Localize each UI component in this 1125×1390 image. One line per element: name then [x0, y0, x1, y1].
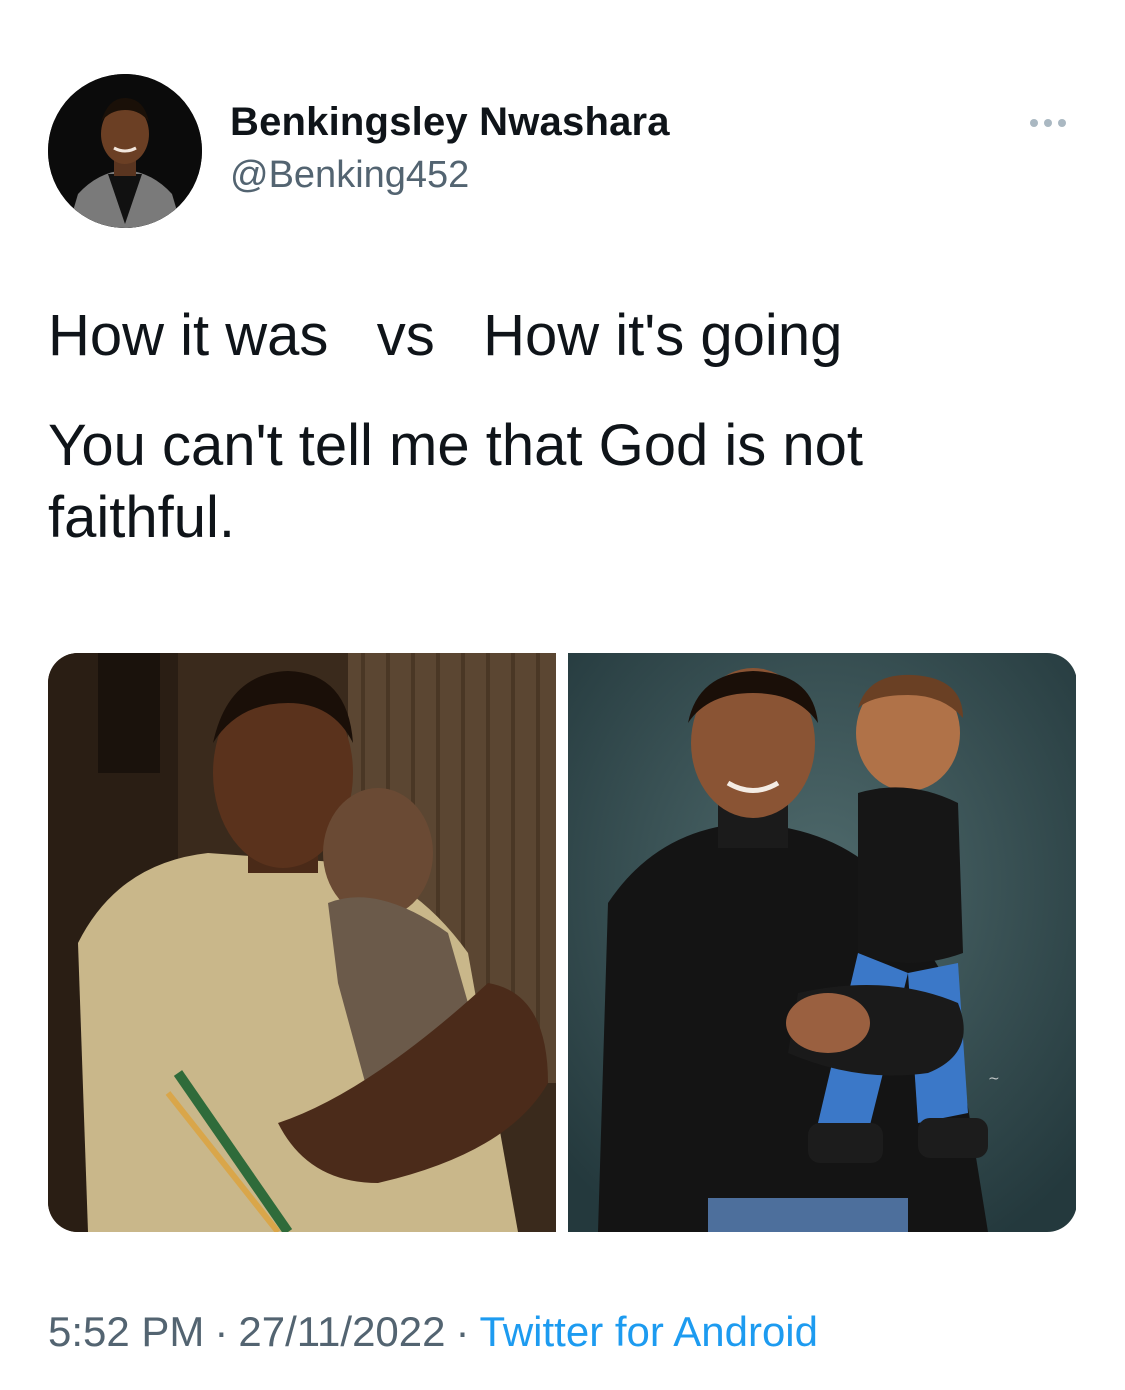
tweet-source-link[interactable]: Twitter for Android [480, 1308, 818, 1355]
meta-separator: · [455, 1308, 470, 1355]
more-icon [1030, 119, 1038, 127]
tweet-text-line: How it was vs How it's going [48, 303, 843, 368]
more-options-button[interactable] [1020, 108, 1076, 138]
media-grid: ~ [48, 653, 1077, 1232]
tweet-text-line: You can't tell me that God is not [48, 413, 863, 478]
user-handle[interactable]: @Benking452 [230, 150, 670, 200]
svg-text:~: ~ [988, 1071, 1000, 1087]
photo-before[interactable] [48, 653, 556, 1232]
photo-after[interactable]: ~ [568, 653, 1076, 1232]
more-icon [1044, 119, 1052, 127]
more-icon [1058, 119, 1066, 127]
tweet-meta: 5:52 PM · 27/11/2022 · Twitter for Android [48, 1304, 818, 1360]
author-block[interactable]: Benkingsley Nwashara @Benking452 [230, 98, 670, 200]
tweet-text: How it was vs How it's going You can't t… [48, 300, 1078, 554]
tweet: Benkingsley Nwashara @Benking452 How it … [0, 0, 1125, 1390]
display-name[interactable]: Benkingsley Nwashara [230, 98, 670, 146]
tweet-date[interactable]: 27/11/2022 [238, 1308, 445, 1355]
tweet-text-line: faithful. [48, 485, 235, 550]
avatar[interactable] [48, 74, 202, 228]
tweet-time[interactable]: 5:52 PM [48, 1308, 204, 1355]
meta-separator: · [214, 1308, 229, 1355]
avatar-image [48, 74, 202, 228]
